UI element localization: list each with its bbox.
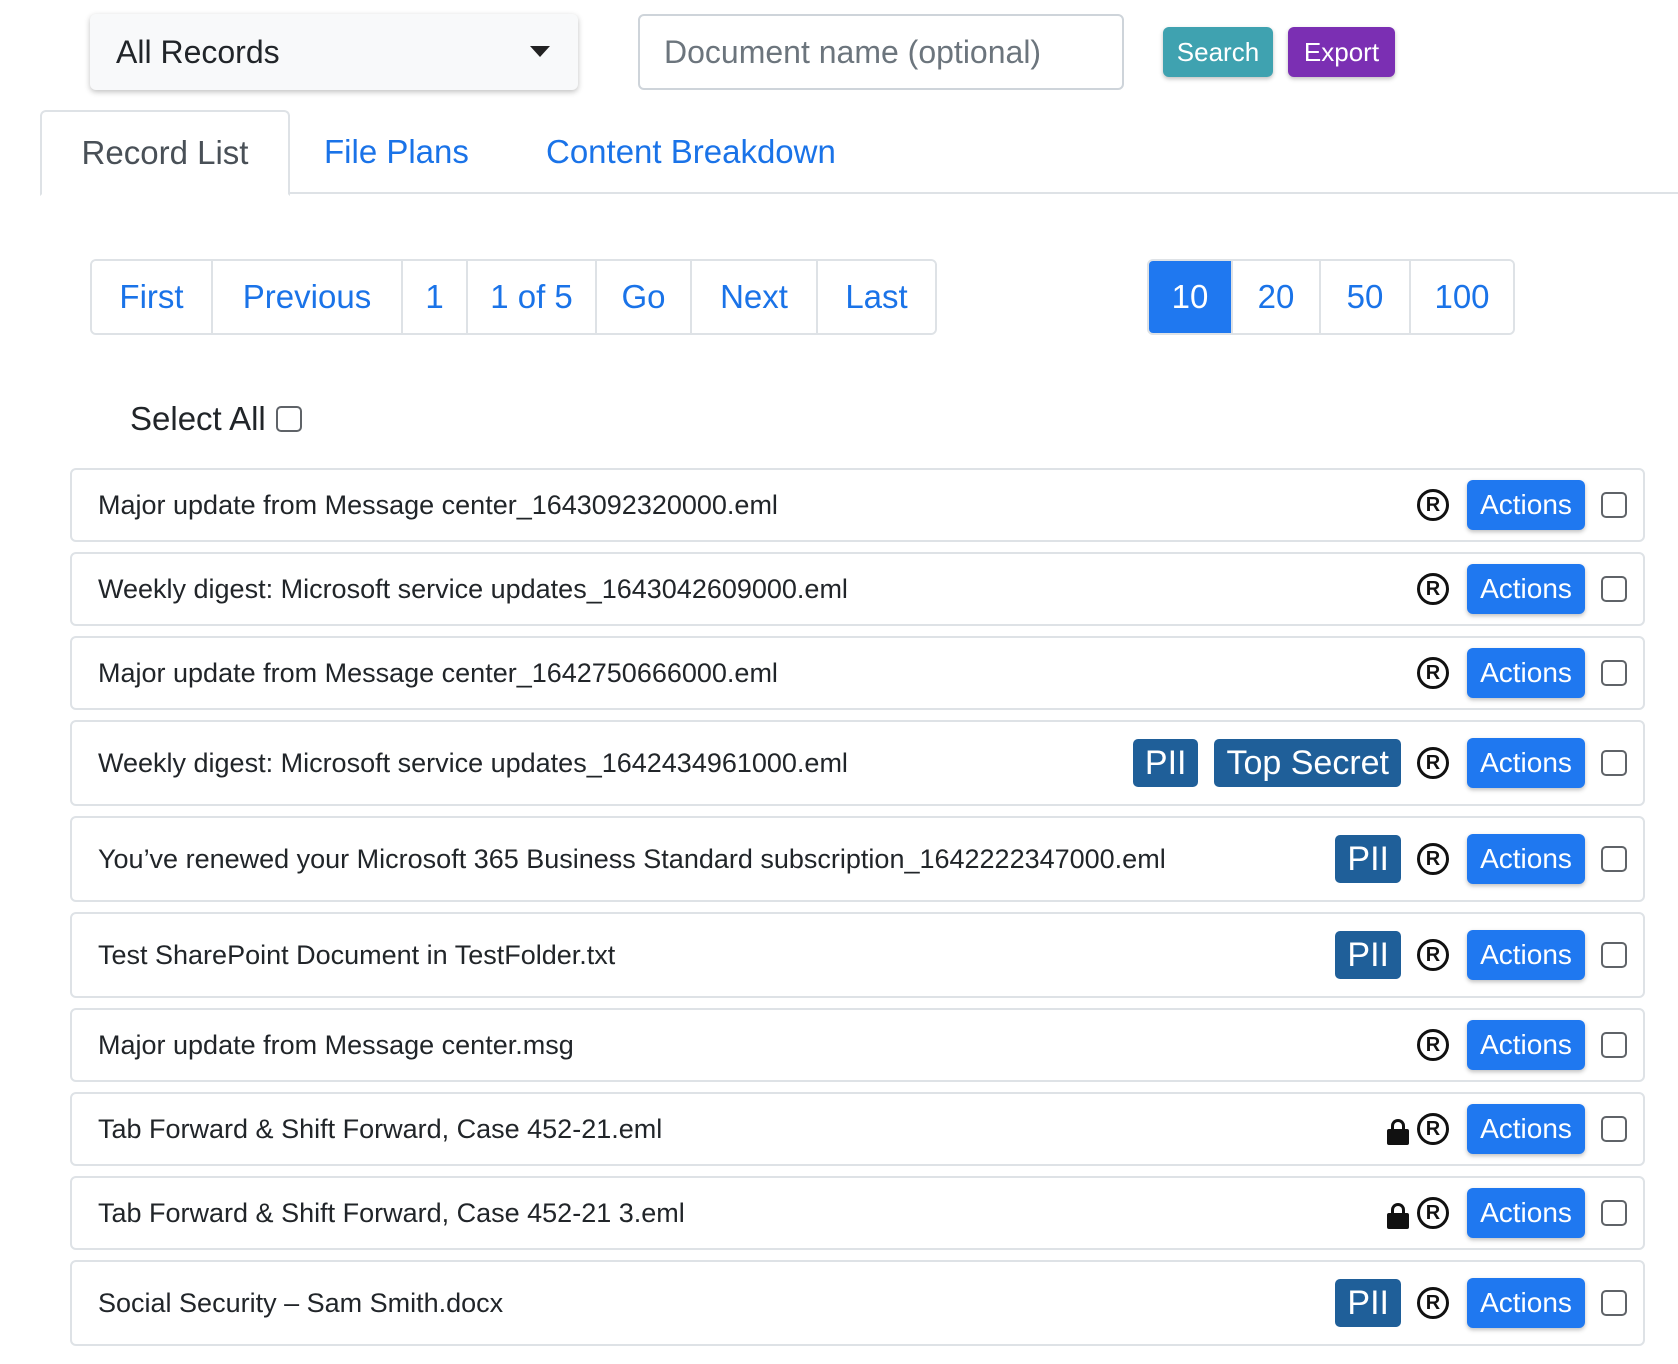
page-number-input[interactable]: 1 — [403, 261, 468, 333]
registered-icon: R — [1417, 657, 1449, 689]
record-checkbox[interactable] — [1601, 942, 1627, 968]
record-name[interactable]: Major update from Message center_1643092… — [98, 470, 778, 540]
actions-button[interactable]: Actions — [1467, 834, 1585, 884]
record-checkbox[interactable] — [1601, 846, 1627, 872]
lock-icon — [1387, 1203, 1409, 1229]
record-row: Major update from Message center_1643092… — [70, 468, 1645, 542]
record-checkbox[interactable] — [1601, 1116, 1627, 1142]
document-name-input[interactable] — [638, 14, 1124, 90]
record-row: Tab Forward & Shift Forward, Case 452-21… — [70, 1092, 1645, 1166]
registered-icon: R — [1417, 1113, 1449, 1145]
classification-badge: Top Secret — [1214, 739, 1401, 787]
record-row: Major update from Message center_1642750… — [70, 636, 1645, 710]
last-page-button[interactable]: Last — [818, 261, 935, 333]
record-name[interactable]: Tab Forward & Shift Forward, Case 452-21… — [98, 1094, 662, 1164]
records-filter-select[interactable]: All Records — [90, 14, 578, 90]
actions-button[interactable]: Actions — [1467, 480, 1585, 530]
actions-button[interactable]: Actions — [1467, 738, 1585, 788]
record-checkbox[interactable] — [1601, 576, 1627, 602]
record-controls: PII R Actions — [1335, 818, 1627, 900]
record-row: Weekly digest: Microsoft service updates… — [70, 552, 1645, 626]
registered-icon: R — [1417, 1029, 1449, 1061]
record-row: Social Security – Sam Smith.docx PII R Acti… — [70, 1260, 1645, 1346]
classification-badge: PII — [1132, 739, 1199, 787]
select-all-label: Select All — [130, 400, 266, 437]
record-checkbox[interactable] — [1601, 492, 1627, 518]
registered-icon: R — [1417, 747, 1449, 779]
page-size-10[interactable]: 10 — [1149, 261, 1233, 333]
registered-icon: R — [1417, 573, 1449, 605]
caret-down-icon — [530, 46, 550, 57]
page-size-selector: 10 20 50 100 — [1147, 259, 1515, 335]
select-all: Select All — [130, 400, 302, 438]
record-controls: R Actions — [1417, 638, 1627, 708]
search-button[interactable]: Search — [1163, 27, 1273, 77]
select-all-checkbox[interactable] — [275, 406, 302, 432]
record-name[interactable]: Weekly digest: Microsoft service updates… — [98, 722, 848, 804]
record-name[interactable]: You’ve renewed your Microsoft 365 Busine… — [98, 818, 1166, 900]
record-row: Test SharePoint Document in TestFolder.t… — [70, 912, 1645, 998]
record-name[interactable]: Major update from Message center.msg — [98, 1010, 574, 1080]
page-size-20[interactable]: 20 — [1233, 261, 1321, 333]
tab-bar: Record List File Plans Content Breakdown — [40, 110, 1678, 196]
record-checkbox[interactable] — [1601, 750, 1627, 776]
record-row: Tab Forward & Shift Forward, Case 452-21… — [70, 1176, 1645, 1250]
record-name[interactable]: Social Security – Sam Smith.docx — [98, 1262, 503, 1344]
record-name[interactable]: Weekly digest: Microsoft service updates… — [98, 554, 848, 624]
record-name[interactable]: Tab Forward & Shift Forward, Case 452-21… — [98, 1178, 685, 1248]
record-checkbox[interactable] — [1601, 660, 1627, 686]
record-controls: PII R Actions — [1335, 914, 1627, 996]
actions-button[interactable]: Actions — [1467, 1104, 1585, 1154]
registered-icon: R — [1417, 939, 1449, 971]
record-controls: R Actions — [1417, 470, 1627, 540]
go-button[interactable]: Go — [597, 261, 692, 333]
next-page-button[interactable]: Next — [692, 261, 818, 333]
classification-badge: PII — [1335, 931, 1401, 979]
export-button[interactable]: Export — [1288, 27, 1395, 77]
registered-icon: R — [1417, 1287, 1449, 1319]
pagination: First Previous 1 1 of 5 Go Next Last — [90, 259, 937, 335]
actions-button[interactable]: Actions — [1467, 930, 1585, 980]
record-checkbox[interactable] — [1601, 1290, 1627, 1316]
record-row: Weekly digest: Microsoft service updates… — [70, 720, 1645, 806]
record-name[interactable]: Test SharePoint Document in TestFolder.t… — [98, 914, 615, 996]
record-controls: R Actions — [1387, 1178, 1627, 1248]
lock-icon — [1387, 1119, 1409, 1145]
actions-button[interactable]: Actions — [1467, 1188, 1585, 1238]
tab-content-breakdown[interactable]: Content Breakdown — [546, 110, 836, 194]
actions-button[interactable]: Actions — [1467, 1278, 1585, 1328]
record-checkbox[interactable] — [1601, 1200, 1627, 1226]
record-name[interactable]: Major update from Message center_1642750… — [98, 638, 778, 708]
registered-icon: R — [1417, 489, 1449, 521]
page-of-indicator: 1 of 5 — [468, 261, 597, 333]
registered-icon: R — [1417, 1197, 1449, 1229]
page-size-50[interactable]: 50 — [1321, 261, 1411, 333]
previous-page-button[interactable]: Previous — [213, 261, 403, 333]
actions-button[interactable]: Actions — [1467, 648, 1585, 698]
record-controls: R Actions — [1387, 1094, 1627, 1164]
first-page-button[interactable]: First — [92, 261, 213, 333]
record-controls: R Actions — [1417, 1010, 1627, 1080]
record-controls: R Actions — [1417, 554, 1627, 624]
actions-button[interactable]: Actions — [1467, 1020, 1585, 1070]
toolbar: All Records Search Export — [0, 0, 1678, 100]
record-row: You’ve renewed your Microsoft 365 Busine… — [70, 816, 1645, 902]
tab-file-plans[interactable]: File Plans — [324, 110, 469, 194]
record-controls: PII R Actions — [1335, 1262, 1627, 1344]
record-checkbox[interactable] — [1601, 1032, 1627, 1058]
registered-icon: R — [1417, 843, 1449, 875]
record-row: Major update from Message center.msg R Act… — [70, 1008, 1645, 1082]
actions-button[interactable]: Actions — [1467, 564, 1585, 614]
classification-badge: PII — [1335, 1279, 1401, 1327]
records-filter-value: All Records — [116, 33, 280, 70]
tab-record-list[interactable]: Record List — [40, 110, 290, 196]
record-controls: PII Top Secret R Actions — [1132, 722, 1627, 804]
classification-badge: PII — [1335, 835, 1401, 883]
page-size-100[interactable]: 100 — [1411, 261, 1513, 333]
